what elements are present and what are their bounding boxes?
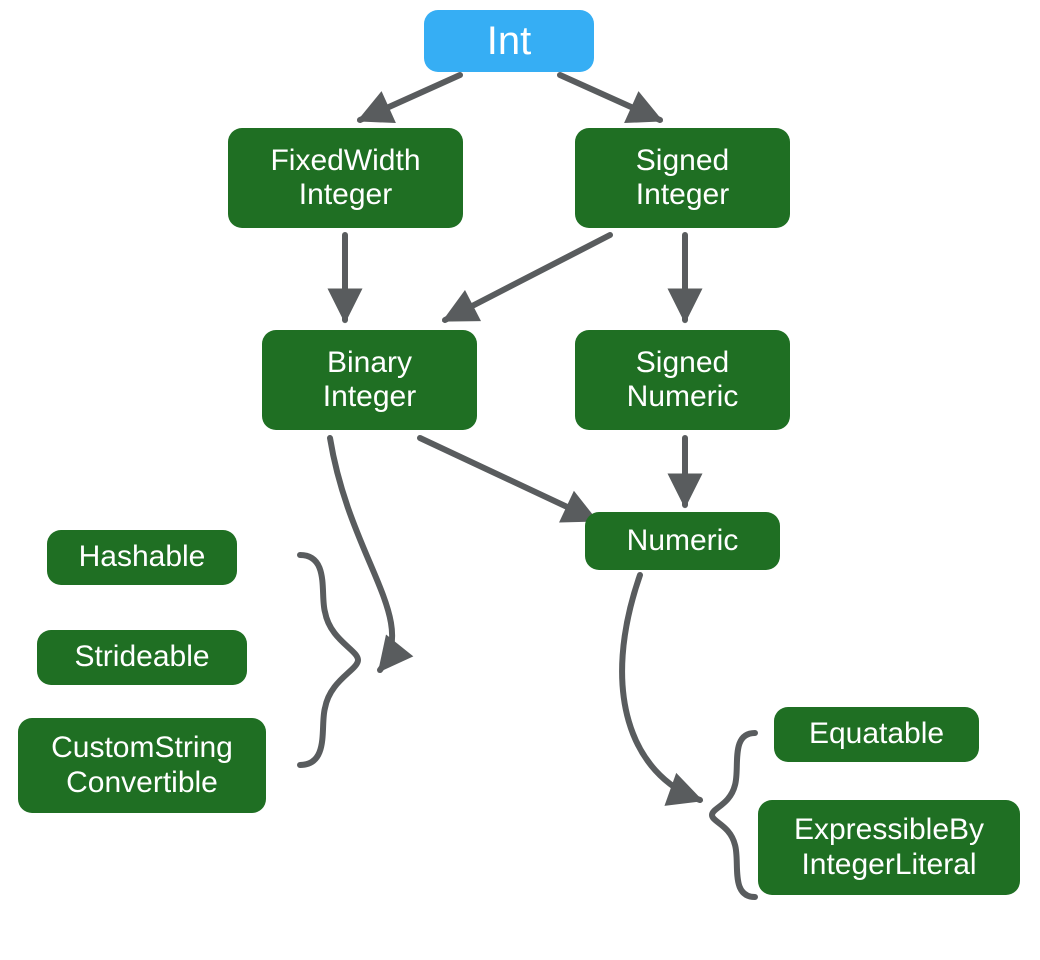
edge-int-to-fixedwidth	[360, 75, 460, 120]
edge-numeric-to-right-group	[622, 575, 700, 800]
edge-binary-to-numeric	[420, 438, 595, 520]
edge-int-to-signed-integer	[560, 75, 660, 120]
label-line: Numeric	[627, 524, 739, 559]
label-line: Integer	[299, 178, 392, 213]
node-fixedwidth-integer: FixedWidth Integer	[228, 128, 463, 228]
node-equatable: Equatable	[774, 707, 979, 762]
label-line: Hashable	[79, 540, 206, 575]
node-signed-integer: Signed Integer	[575, 128, 790, 228]
protocol-hierarchy-diagram: Int FixedWidth Integer Signed Integer Bi…	[0, 0, 1040, 960]
node-expressiblebyintegerliteral: ExpressibleBy IntegerLiteral	[758, 800, 1020, 895]
label-line: Signed	[636, 144, 729, 179]
label-line: Signed	[636, 346, 729, 381]
node-strideable: Strideable	[37, 630, 247, 685]
node-int-label: Int	[487, 18, 531, 64]
label-line: Numeric	[627, 380, 739, 415]
label-line: Equatable	[809, 717, 944, 752]
brace-left-group	[300, 555, 358, 765]
label-line: ExpressibleBy	[794, 813, 984, 848]
label-line: Binary	[327, 346, 412, 381]
label-line: FixedWidth	[270, 144, 420, 179]
label-line: Integer	[636, 178, 729, 213]
brace-right-group	[712, 733, 755, 897]
label-line: CustomString	[51, 731, 233, 766]
node-numeric: Numeric	[585, 512, 780, 570]
label-line: Strideable	[74, 640, 209, 675]
node-int: Int	[424, 10, 594, 72]
label-line: Integer	[323, 380, 416, 415]
edge-signedint-to-binary	[445, 235, 610, 320]
node-signed-numeric: Signed Numeric	[575, 330, 790, 430]
label-line: IntegerLiteral	[801, 848, 976, 883]
label-line: Convertible	[66, 766, 218, 801]
edge-binary-to-left-group	[330, 438, 392, 670]
node-customstring-convertible: CustomString Convertible	[18, 718, 266, 813]
node-hashable: Hashable	[47, 530, 237, 585]
node-binary-integer: Binary Integer	[262, 330, 477, 430]
